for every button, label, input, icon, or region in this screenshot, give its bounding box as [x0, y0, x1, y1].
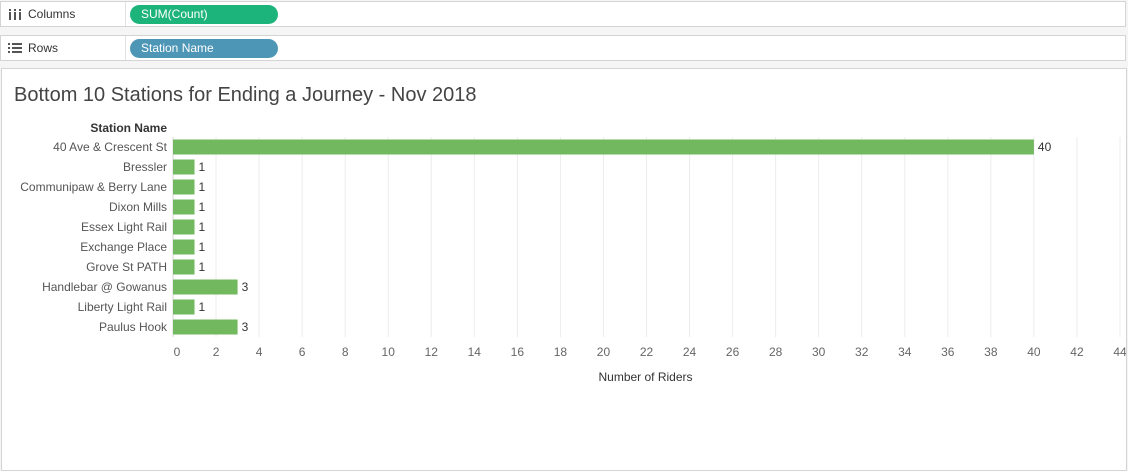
columns-shelf[interactable]: Columns SUM(Count)	[0, 1, 1126, 27]
columns-shelf-label: Columns	[28, 7, 76, 21]
x-tick-label: 14	[468, 345, 482, 359]
shelf-divider	[125, 2, 126, 26]
columns-icon	[9, 9, 21, 20]
x-tick-label: 40	[1027, 345, 1041, 359]
x-tick-label: 24	[683, 345, 697, 359]
x-tick-label: 22	[640, 345, 654, 359]
data-label: 1	[199, 300, 206, 314]
bar	[173, 299, 195, 315]
station-name-pill[interactable]: Station Name	[130, 39, 278, 58]
x-tick-label: 6	[299, 345, 306, 359]
bar	[173, 199, 195, 215]
data-label: 40	[1038, 140, 1052, 154]
data-label: 3	[242, 320, 249, 334]
data-label: 1	[199, 260, 206, 274]
x-tick-label: 20	[597, 345, 611, 359]
x-tick-label: 44	[1113, 345, 1126, 359]
x-tick-label: 12	[425, 345, 439, 359]
category-label: Bressler	[123, 160, 167, 174]
x-tick-label: 4	[256, 345, 263, 359]
bar	[173, 179, 195, 195]
bar	[173, 139, 1034, 155]
bar	[173, 319, 238, 335]
category-label: Paulus Hook	[99, 320, 168, 334]
x-tick-label: 8	[342, 345, 349, 359]
sum-count-pill[interactable]: SUM(Count)	[130, 5, 278, 24]
bar	[173, 259, 195, 275]
x-tick-label: 26	[726, 345, 740, 359]
x-tick-label: 30	[812, 345, 826, 359]
data-label: 1	[199, 180, 206, 194]
data-label: 1	[199, 240, 206, 254]
row-header-station-name: Station Name	[90, 121, 167, 135]
x-tick-label: 32	[855, 345, 869, 359]
x-tick-label: 36	[941, 345, 955, 359]
x-tick-label: 38	[984, 345, 998, 359]
x-tick-label: 18	[554, 345, 568, 359]
data-label: 1	[199, 220, 206, 234]
x-axis-title: Number of Riders	[598, 370, 692, 384]
visualization-pane: Bottom 10 Stations for Ending a Journey …	[1, 68, 1127, 471]
category-label: Essex Light Rail	[81, 220, 167, 234]
category-label: Communipaw & Berry Lane	[20, 180, 167, 194]
category-label: Dixon Mills	[109, 200, 167, 214]
category-label: Grove St PATH	[86, 260, 167, 274]
x-tick-label: 0	[174, 345, 181, 359]
x-tick-label: 16	[511, 345, 525, 359]
category-label: Exchange Place	[80, 240, 167, 254]
data-label: 1	[199, 200, 206, 214]
category-label: 40 Ave & Crescent St	[53, 140, 168, 154]
rows-shelf[interactable]: Rows Station Name	[0, 35, 1126, 61]
bar	[173, 239, 195, 255]
rows-icon	[8, 43, 22, 53]
x-tick-label: 28	[769, 345, 783, 359]
bar-chart: Station Name40 Ave & Crescent St 40Bressl…	[20, 121, 1126, 384]
bar	[173, 279, 238, 295]
x-tick-label: 34	[898, 345, 912, 359]
rows-shelf-label: Rows	[28, 41, 59, 55]
bar	[173, 159, 195, 175]
data-label: 3	[242, 280, 249, 294]
data-label: 1	[199, 160, 206, 174]
x-tick-label: 2	[213, 345, 220, 359]
x-tick-label: 10	[382, 345, 396, 359]
category-label: Handlebar @ Gowanus	[42, 280, 167, 294]
shelf-divider	[125, 36, 126, 60]
category-label: Liberty Light Rail	[78, 300, 167, 314]
bar	[173, 219, 195, 235]
x-tick-label: 42	[1070, 345, 1084, 359]
